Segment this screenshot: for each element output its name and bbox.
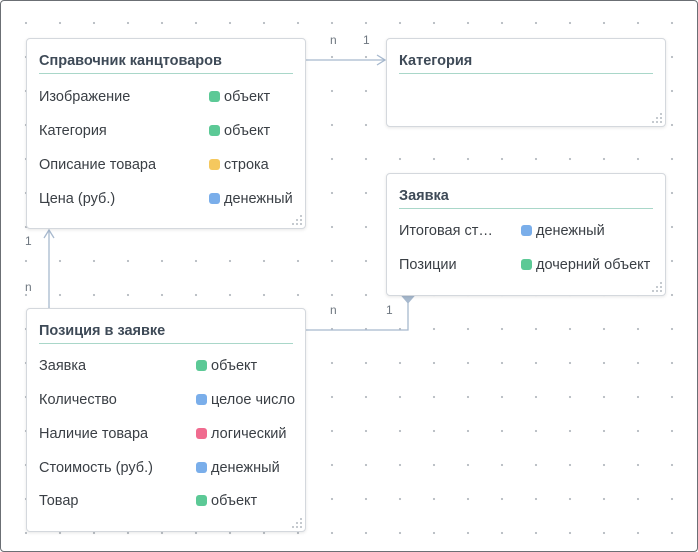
field-name: Заявка — [39, 358, 87, 374]
resize-handle-icon[interactable] — [292, 215, 302, 225]
field-type-label: денежный — [211, 460, 280, 476]
field-type: объект — [196, 493, 257, 509]
field-type-label: строка — [224, 157, 269, 173]
field-type: денежный — [521, 223, 605, 239]
resize-handle-icon[interactable] — [652, 282, 662, 292]
field-row[interactable]: Количество целое число — [39, 392, 295, 412]
type-dot-child-object — [521, 259, 532, 270]
type-dot-money — [196, 462, 207, 473]
field-name: Изображение — [39, 89, 131, 105]
type-dot-money — [209, 193, 220, 204]
arrow-head-category — [376, 54, 387, 66]
field-name: Количество — [39, 392, 117, 408]
field-type: денежный — [209, 191, 293, 207]
field-name: Товар — [39, 493, 79, 509]
type-dot-money — [521, 225, 532, 236]
field-name: Итоговая ст… — [399, 223, 493, 239]
field-name: Позиции — [399, 257, 457, 273]
field-type-label: денежный — [536, 223, 605, 239]
label-position-order-many: n — [330, 303, 337, 317]
diagram-canvas[interactable]: n 1 1 n n 1 Справочник канцтоваров Изобр… — [0, 0, 698, 552]
field-row[interactable]: Заявка объект — [39, 358, 295, 378]
field-row[interactable]: Наличие товара логический — [39, 426, 295, 446]
field-type-label: объект — [224, 89, 271, 105]
field-name: Описание товара — [39, 157, 157, 173]
field-row[interactable]: Итоговая ст… денежный — [399, 223, 655, 243]
field-type: целое число — [196, 392, 295, 408]
field-type: объект — [209, 89, 270, 105]
type-dot-object — [196, 360, 207, 371]
resize-handle-icon[interactable] — [652, 113, 662, 123]
field-row[interactable]: Цена (руб.) денежный — [39, 191, 295, 211]
type-dot-string — [209, 159, 220, 170]
arrow-head-catalog — [43, 228, 55, 239]
entity-title: Категория — [399, 53, 653, 74]
label-catalog-one: 1 — [25, 234, 32, 248]
entity-card-catalog[interactable]: Справочник канцтоваров Изображение объек… — [26, 38, 306, 229]
field-row[interactable]: Позиции дочерний объект — [399, 257, 655, 277]
field-type: объект — [209, 123, 270, 139]
field-row[interactable]: Стоимость (руб.) денежный — [39, 460, 295, 480]
field-type-label: денежный — [224, 191, 293, 207]
field-type: дочерний объект — [521, 257, 650, 273]
type-dot-boolean — [196, 428, 207, 439]
type-dot-integer — [196, 394, 207, 405]
field-type-label: объект — [211, 358, 258, 374]
field-row[interactable]: Описание товара строка — [39, 157, 295, 177]
field-name: Цена (руб.) — [39, 191, 116, 207]
entity-card-order[interactable]: Заявка Итоговая ст… денежный Позиции доч… — [386, 173, 666, 296]
label-order-one: 1 — [386, 303, 393, 317]
field-type-label: дочерний объект — [536, 257, 651, 273]
type-dot-object — [209, 125, 220, 136]
label-category-one: 1 — [363, 33, 370, 47]
field-row[interactable]: Категория объект — [39, 123, 295, 143]
field-name: Категория — [39, 123, 107, 139]
type-dot-object — [209, 91, 220, 102]
field-type: денежный — [196, 460, 280, 476]
entity-title: Заявка — [399, 188, 653, 209]
field-row[interactable]: Изображение объект — [39, 89, 295, 109]
resize-handle-icon[interactable] — [292, 518, 302, 528]
field-type-label: объект — [211, 493, 258, 509]
label-catalog-many: n — [330, 33, 337, 47]
type-dot-object — [196, 495, 207, 506]
field-type-label: целое число — [211, 392, 296, 408]
field-type: объект — [196, 358, 257, 374]
entity-card-category[interactable]: Категория — [386, 38, 666, 127]
entity-card-position[interactable]: Позиция в заявке Заявка объект Количеств… — [26, 308, 306, 532]
field-type: строка — [209, 157, 269, 173]
field-row[interactable]: Товар объект — [39, 493, 295, 513]
field-type: логический — [196, 426, 287, 442]
entity-title: Позиция в заявке — [39, 323, 293, 344]
field-type-label: объект — [224, 123, 271, 139]
field-type-label: логический — [211, 426, 287, 442]
field-name: Стоимость (руб.) — [39, 460, 153, 476]
entity-title: Справочник канцтоваров — [39, 53, 293, 74]
label-position-many: n — [25, 280, 32, 294]
field-name: Наличие товара — [39, 426, 149, 442]
